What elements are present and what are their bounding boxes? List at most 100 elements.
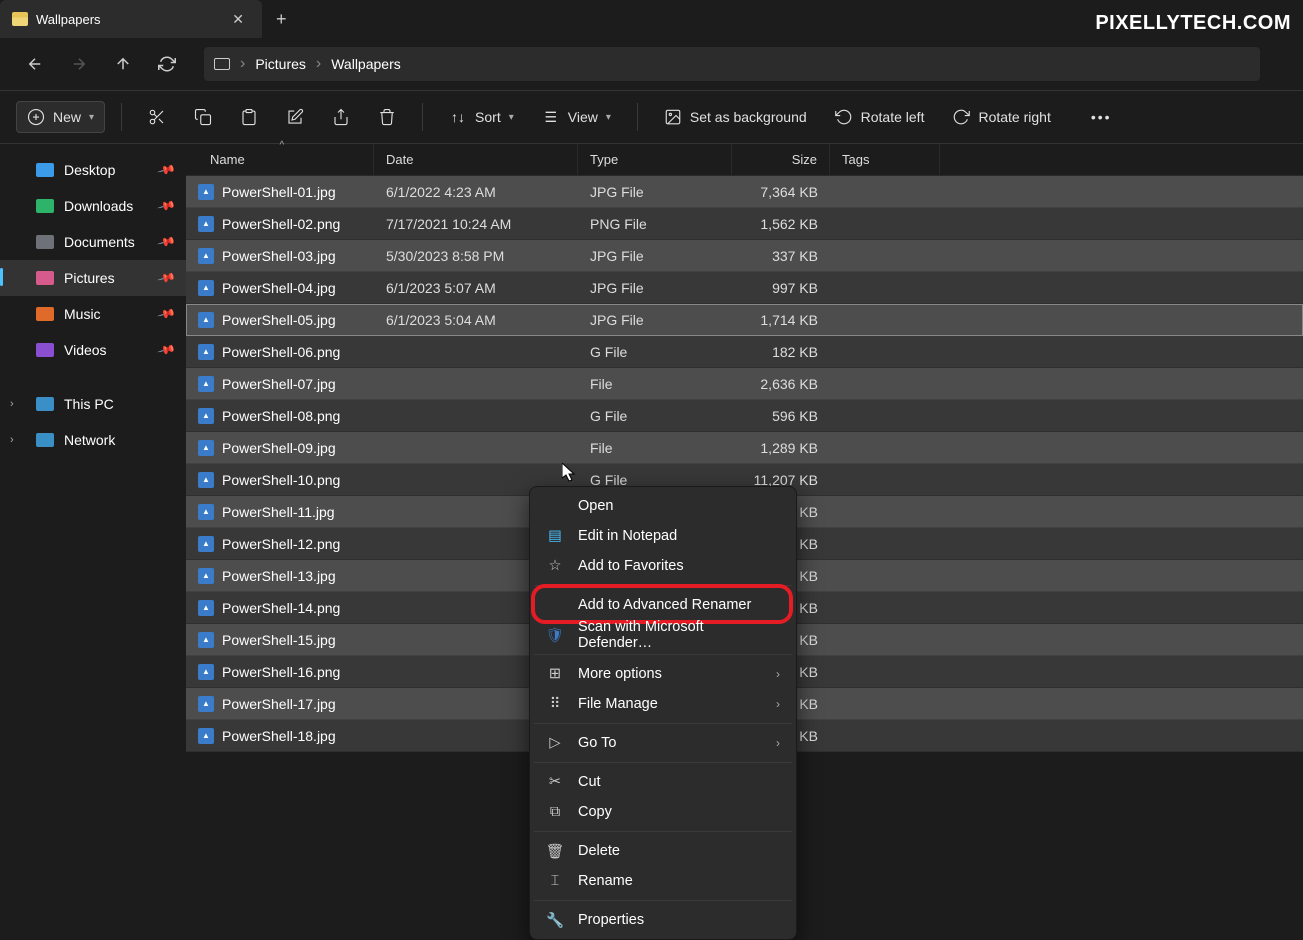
share-icon xyxy=(332,108,350,126)
plus-circle-icon xyxy=(27,108,45,126)
file-name: PowerShell-01.jpg xyxy=(222,184,336,200)
cut-button[interactable] xyxy=(138,102,176,132)
rotate-right-button[interactable]: Rotate right xyxy=(942,102,1060,132)
sidebar-item-network[interactable]: ›Network xyxy=(0,422,186,458)
file-row[interactable]: ▲PowerShell-02.png7/17/2021 10:24 AMPNG … xyxy=(186,208,1303,240)
file-name: PowerShell-02.png xyxy=(222,216,340,232)
set-background-button[interactable]: Set as background xyxy=(654,102,817,132)
image-file-icon: ▲ xyxy=(198,664,214,680)
file-date: 7/17/2021 10:24 AM xyxy=(374,216,578,232)
cm-cut[interactable]: ✂Cut xyxy=(534,767,792,797)
sidebar-item-documents[interactable]: Documents 📌 xyxy=(0,224,186,260)
image-file-icon: ▲ xyxy=(198,472,214,488)
file-row[interactable]: ▲PowerShell-09.jpgFile1,289 KB xyxy=(186,432,1303,464)
file-name: PowerShell-13.jpg xyxy=(222,568,336,584)
more-button[interactable]: ••• xyxy=(1081,103,1122,131)
file-type: File xyxy=(578,376,732,392)
rotate-left-button[interactable]: Rotate left xyxy=(825,102,935,132)
file-size: 596 KB xyxy=(732,408,830,424)
cm-rename[interactable]: ⌶Rename xyxy=(534,866,792,896)
file-name: PowerShell-14.png xyxy=(222,600,340,616)
image-file-icon: ▲ xyxy=(198,216,214,232)
folder-icon xyxy=(12,12,28,26)
sidebar-item-label: Network xyxy=(64,432,115,448)
pin-icon: 📌 xyxy=(157,340,177,360)
image-file-icon: ▲ xyxy=(198,280,214,296)
rename-button[interactable] xyxy=(276,102,314,132)
delete-button[interactable] xyxy=(368,102,406,132)
image-file-icon: ▲ xyxy=(198,344,214,360)
file-name: PowerShell-15.jpg xyxy=(222,632,336,648)
sidebar-item-pictures[interactable]: Pictures📌 xyxy=(0,260,186,296)
tab-wallpapers[interactable]: Wallpapers ✕ xyxy=(0,0,262,38)
sidebar-item-label: Documents xyxy=(64,234,135,250)
chevron-right-icon: › xyxy=(240,55,245,73)
file-row[interactable]: ▲PowerShell-05.jpg6/1/2023 5:04 AMJPG Fi… xyxy=(186,304,1303,336)
breadcrumb-bar[interactable]: › Pictures › Wallpapers xyxy=(204,47,1260,81)
file-row[interactable]: ▲PowerShell-07.jpgFile2,636 KB xyxy=(186,368,1303,400)
share-button[interactable] xyxy=(322,102,360,132)
image-file-icon: ▲ xyxy=(198,248,214,264)
column-date[interactable]: Date xyxy=(374,144,578,175)
breadcrumb-item[interactable]: Wallpapers xyxy=(331,56,401,72)
folder-icon xyxy=(36,163,54,177)
file-type: G File xyxy=(578,344,732,360)
cm-add-favorites[interactable]: ☆Add to Favorites xyxy=(534,551,792,581)
chevron-down-icon: ▾ xyxy=(509,112,514,123)
cm-more-options[interactable]: ⊞More options› xyxy=(534,659,792,689)
sort-button[interactable]: ↑↓Sort▾ xyxy=(439,102,524,132)
column-name[interactable]: ^Name xyxy=(186,144,374,175)
column-size[interactable]: Size xyxy=(732,144,830,175)
file-size: 1,562 KB xyxy=(732,216,830,232)
file-row[interactable]: ▲PowerShell-08.pngG File596 KB xyxy=(186,400,1303,432)
image-icon xyxy=(664,108,682,126)
image-file-icon: ▲ xyxy=(198,728,214,744)
column-tags[interactable]: Tags xyxy=(830,144,940,175)
sidebar-item-downloads[interactable]: Downloads📌 xyxy=(0,188,186,224)
cm-file-manage[interactable]: ⠿File Manage› xyxy=(534,689,792,719)
back-button[interactable] xyxy=(16,45,54,83)
image-file-icon: ▲ xyxy=(198,600,214,616)
close-tab-button[interactable]: ✕ xyxy=(226,9,250,30)
sidebar-item-music[interactable]: Music📌 xyxy=(0,296,186,332)
up-button[interactable] xyxy=(104,45,142,83)
new-tab-button[interactable]: + xyxy=(262,9,301,30)
cm-copy[interactable]: ⧉Copy xyxy=(534,797,792,827)
clipboard-icon xyxy=(240,108,258,126)
sidebar-item-label: Desktop xyxy=(64,162,115,178)
grid-icon: ⊞ xyxy=(546,666,564,682)
chevron-down-icon: ▾ xyxy=(606,112,611,123)
refresh-button[interactable] xyxy=(148,45,186,83)
copy-button[interactable] xyxy=(184,102,222,132)
sidebar-item-videos[interactable]: Videos📌 xyxy=(0,332,186,368)
sidebar: Desktop📌Downloads📌Documents📌Pictures📌Mus… xyxy=(0,144,186,812)
list-icon: ☰ xyxy=(542,108,560,126)
image-file-icon: ▲ xyxy=(198,568,214,584)
cm-add-advanced-renamer[interactable]: Add to Advanced Renamer xyxy=(534,590,792,620)
file-row[interactable]: ▲PowerShell-04.jpg6/1/2023 5:07 AMJPG Fi… xyxy=(186,272,1303,304)
cm-delete[interactable]: 🗑Delete xyxy=(534,836,792,866)
pin-icon: 📌 xyxy=(157,232,177,252)
file-row[interactable]: ▲PowerShell-01.jpg6/1/2022 4:23 AMJPG Fi… xyxy=(186,176,1303,208)
cm-edit-notepad[interactable]: ▤Edit in Notepad xyxy=(534,521,792,551)
file-row[interactable]: ▲PowerShell-03.jpg5/30/2023 8:58 PMJPG F… xyxy=(186,240,1303,272)
image-file-icon: ▲ xyxy=(198,440,214,456)
folder-icon xyxy=(36,343,54,357)
forward-button[interactable] xyxy=(60,45,98,83)
view-button[interactable]: ☰View▾ xyxy=(532,102,621,132)
cm-scan-defender[interactable]: 🛡Scan with Microsoft Defender… xyxy=(534,620,792,650)
sidebar-item-label: Pictures xyxy=(64,270,115,286)
column-type[interactable]: Type xyxy=(578,144,732,175)
cm-go-to[interactable]: ▷Go To› xyxy=(534,728,792,758)
paste-button[interactable] xyxy=(230,102,268,132)
new-button[interactable]: New ▾ xyxy=(16,101,105,133)
file-size: 182 KB xyxy=(732,344,830,360)
breadcrumb-item[interactable]: Pictures xyxy=(255,56,306,72)
cm-open[interactable]: Open xyxy=(534,491,792,521)
cm-properties[interactable]: 🔧Properties xyxy=(534,905,792,935)
file-row[interactable]: ▲PowerShell-06.pngG File182 KB xyxy=(186,336,1303,368)
sidebar-item-this-pc[interactable]: ›This PC xyxy=(0,386,186,422)
file-date: 5/30/2023 8:58 PM xyxy=(374,248,578,264)
sidebar-item-desktop[interactable]: Desktop📌 xyxy=(0,152,186,188)
file-date: 6/1/2023 5:04 AM xyxy=(374,312,578,328)
